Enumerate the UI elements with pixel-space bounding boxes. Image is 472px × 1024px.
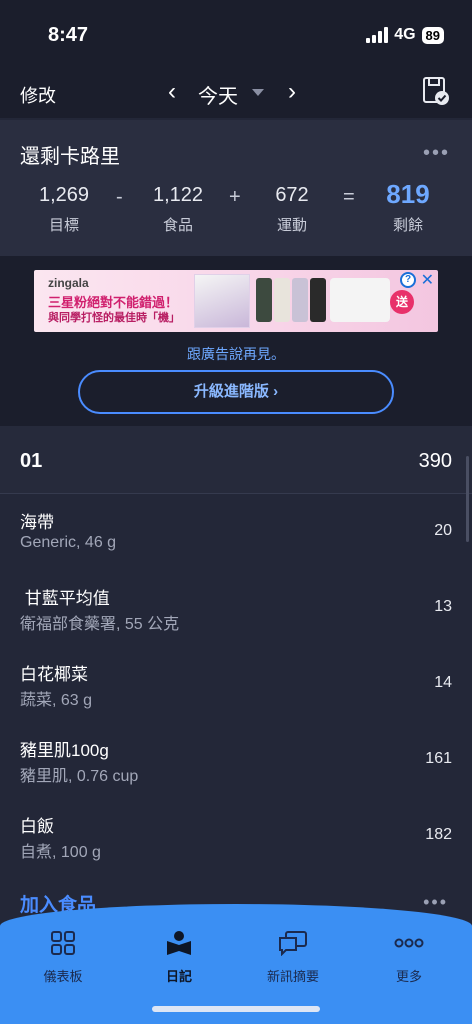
ad-section: zingala 三星粉絕對不能錯過！ 與同學打怪的最佳時「機」 送 ? ✕ 跟廣… — [0, 256, 472, 426]
status-bar: 8:47 4G 89 — [0, 0, 472, 70]
food-item[interactable]: 白飯 自煮, 100 g 182 — [0, 798, 472, 874]
chevron-down-icon[interactable] — [252, 89, 264, 96]
ad-brand-logo: zingala — [48, 276, 89, 290]
remaining-value: 819 — [386, 179, 430, 209]
scrollbar[interactable] — [466, 456, 469, 542]
status-time: 8:47 — [48, 24, 89, 46]
plus-operator: + — [229, 186, 241, 208]
dashboard-icon — [18, 928, 108, 958]
ad-photo — [194, 274, 250, 328]
food-calories: 182 — [425, 826, 452, 843]
previous-day-button[interactable]: ‹ — [168, 78, 176, 106]
food-name: 海帶 — [20, 513, 54, 532]
food-value: 1,122 — [152, 184, 204, 206]
meal-header[interactable]: 01 390 — [0, 426, 472, 494]
food-detail: 自煮, 100 g — [20, 844, 101, 861]
food-name: 白花椰菜 — [20, 665, 88, 684]
minus-operator: - — [116, 186, 123, 208]
top-navbar: 修改 ‹ 今天 › — [0, 70, 472, 118]
food-name: 白飯 — [20, 817, 54, 836]
food-calories: 20 — [434, 522, 452, 539]
tab-label: 儀表板 — [43, 969, 83, 984]
food-item[interactable]: 豬里肌100g 豬里肌, 0.76 cup 161 — [0, 722, 472, 798]
tab-label: 新訊摘要 — [266, 969, 319, 984]
exercise-label: 運動 — [276, 217, 307, 234]
calories-remaining-panel[interactable]: 還剩卡路里 ••• 1,269 目標 - 1,122 食品 + 672 運動 =… — [0, 120, 472, 256]
ad-banner[interactable]: zingala 三星粉絕對不能錯過！ 與同學打怪的最佳時「機」 送 ? ✕ — [34, 270, 438, 332]
remaining-column: 819 剩餘 — [376, 179, 440, 235]
diary-icon — [134, 928, 224, 958]
ad-close-icon[interactable]: ✕ — [421, 270, 434, 290]
food-name: 甘藍平均值 — [20, 589, 110, 608]
meal-name: 01 — [20, 450, 43, 472]
food-calories: 14 — [434, 674, 452, 691]
food-detail: 豬里肌, 0.76 cup — [20, 768, 139, 785]
phone-image — [292, 278, 308, 322]
remove-ads-link[interactable]: 跟廣告說再見。 — [0, 344, 472, 364]
food-name: 豬里肌100g — [20, 741, 109, 760]
gift-badge: 送 — [390, 290, 414, 314]
battery-icon: 89 — [421, 26, 444, 44]
tab-diary[interactable]: 日記 — [134, 928, 224, 985]
tab-more[interactable]: 更多 — [364, 928, 454, 985]
food-item[interactable]: 海帶 Generic, 46 g 20 — [0, 494, 472, 570]
tab-dashboard[interactable]: 儀表板 — [18, 928, 108, 985]
save-meal-icon[interactable] — [422, 76, 450, 106]
goal-value: 1,269 — [38, 184, 90, 206]
tab-newsfeed[interactable]: 新訊摘要 — [248, 928, 338, 985]
date-selector[interactable]: 今天 — [198, 80, 238, 109]
next-day-button[interactable]: › — [288, 78, 296, 106]
food-calories: 13 — [434, 598, 452, 615]
exercise-column: 672 運動 — [262, 184, 322, 235]
network-type: 4G — [394, 26, 416, 43]
food-detail: Generic, 46 g — [20, 534, 117, 551]
phone-image — [274, 278, 290, 322]
newsfeed-icon — [248, 928, 338, 958]
upgrade-premium-button[interactable]: 升級進階版 › — [78, 370, 394, 414]
home-indicator[interactable] — [152, 1006, 320, 1012]
more-icon — [364, 928, 454, 958]
status-indicators: 4G 89 — [366, 26, 444, 44]
food-detail: 蔬菜, 63 g — [20, 692, 93, 709]
exercise-value: 672 — [275, 184, 309, 206]
edit-button[interactable]: 修改 — [20, 82, 56, 108]
food-column: 1,122 食品 — [148, 184, 208, 235]
food-label: 食品 — [162, 217, 193, 234]
more-options-icon[interactable]: ••• — [423, 142, 450, 165]
food-calories: 161 — [425, 750, 452, 767]
food-item[interactable]: 白花椰菜 蔬菜, 63 g 14 — [0, 646, 472, 722]
tab-label: 更多 — [395, 969, 422, 984]
phone-image — [256, 278, 272, 322]
goal-column: 1,269 目標 — [34, 184, 94, 235]
food-detail: 衛福部食藥署, 55 公克 — [20, 616, 180, 633]
ad-subline: 與同學打怪的最佳時「機」 — [48, 312, 180, 324]
food-list: 海帶 Generic, 46 g 20 甘藍平均值 衛福部食藥署, 55 公克 … — [0, 494, 472, 874]
tab-label: 日記 — [165, 969, 192, 984]
remaining-label: 剩餘 — [392, 217, 423, 234]
calories-title: 還剩卡路里 — [20, 146, 120, 168]
signal-icon — [366, 27, 389, 43]
goal-label: 目標 — [48, 217, 79, 234]
gift-accessories-image — [330, 278, 390, 322]
ad-info-icon[interactable]: ? — [400, 272, 416, 288]
equals-operator: = — [343, 186, 355, 208]
meal-more-icon[interactable]: ••• — [423, 892, 448, 913]
phone-image — [310, 278, 326, 322]
food-item[interactable]: 甘藍平均值 衛福部食藥署, 55 公克 13 — [0, 570, 472, 646]
meal-total-calories: 390 — [418, 450, 452, 472]
